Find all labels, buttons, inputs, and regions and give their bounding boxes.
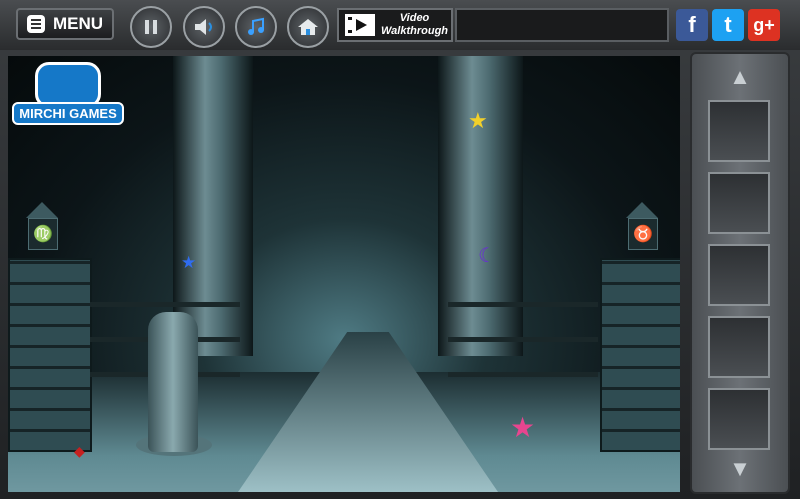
twitter-icon: t <box>724 12 732 37</box>
facebook-icon: f <box>688 12 696 37</box>
inventory-slot[interactable] <box>708 100 770 162</box>
inventory-panel: ▲ ▼ <box>690 52 790 494</box>
pink-star-icon[interactable]: ★ <box>510 414 535 442</box>
home-icon <box>298 19 318 35</box>
yellow-star-icon[interactable]: ★ <box>468 110 488 132</box>
game-frame: MENU Video Walkthrough f t g+ ♍ ♉ MIRCHI… <box>0 0 800 499</box>
moai-statue[interactable] <box>148 312 198 452</box>
menu-label: MENU <box>52 14 104 33</box>
google-plus-button[interactable]: g+ <box>748 9 780 41</box>
facebook-button[interactable]: f <box>676 9 708 41</box>
music-note-icon <box>248 17 264 35</box>
blue-star-icon[interactable]: ★ <box>181 254 196 271</box>
symbol-icon: ♍ <box>33 226 53 243</box>
moon-icon[interactable]: ☾ <box>478 246 496 266</box>
inventory-down-arrow-icon[interactable]: ▼ <box>722 456 758 482</box>
pause-button[interactable] <box>130 6 172 48</box>
inventory-slot[interactable] <box>708 244 770 306</box>
twitter-button[interactable]: t <box>712 9 744 41</box>
google-plus-icon: g+ <box>753 14 775 35</box>
lantern-right[interactable]: ♉ <box>626 202 658 252</box>
logo-text: MIRCHI GAMES <box>12 102 124 125</box>
mirchi-games-logo[interactable]: MIRCHI GAMES <box>12 62 124 134</box>
red-gem-icon[interactable]: ◆ <box>74 444 85 458</box>
inventory-slot[interactable] <box>708 316 770 378</box>
film-icon <box>345 14 375 36</box>
lantern-left[interactable]: ♍ <box>26 202 58 252</box>
stone-pillar-right <box>600 258 680 452</box>
home-button[interactable] <box>287 6 329 48</box>
gate-right[interactable] <box>448 272 598 422</box>
stone-pillar-left <box>8 258 92 452</box>
message-panel <box>455 8 669 42</box>
sound-button[interactable] <box>183 6 225 48</box>
video-walkthrough-button[interactable]: Video Walkthrough <box>337 8 453 42</box>
symbol-icon: ♉ <box>633 226 653 243</box>
music-button[interactable] <box>235 6 277 48</box>
inventory-slot[interactable] <box>708 388 770 450</box>
video-label-line2: Walkthrough <box>381 25 449 37</box>
menu-button[interactable]: MENU <box>16 8 114 40</box>
hamburger-icon <box>26 15 45 33</box>
pause-icon <box>145 20 157 34</box>
inventory-up-arrow-icon[interactable]: ▲ <box>722 64 758 90</box>
inventory-slot[interactable] <box>708 172 770 234</box>
top-toolbar: MENU Video Walkthrough f t g+ <box>0 0 800 50</box>
video-label-line1: Video <box>399 12 430 24</box>
speaker-icon <box>195 19 212 35</box>
game-scene[interactable]: ♍ ♉ MIRCHI GAMES ★ ★ ☾ ★ ◆ <box>8 56 680 492</box>
